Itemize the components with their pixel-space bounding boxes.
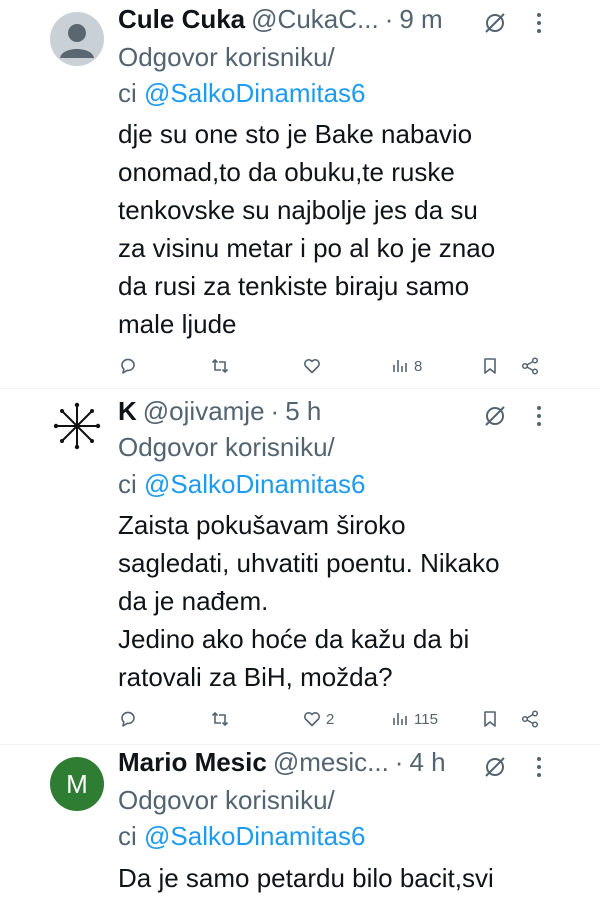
tweet-text: Zaista pokušavam široko sagledati, uhvat…	[118, 506, 558, 696]
tweet-3[interactable]: M Mario Mesic @mesic... · 4 h Odgovor ko…	[0, 745, 600, 900]
share-button[interactable]	[520, 353, 540, 379]
more-icon[interactable]	[530, 403, 548, 429]
views-icon	[393, 360, 407, 372]
reply-button[interactable]	[118, 353, 138, 379]
star-burst-avatar-icon	[53, 402, 101, 450]
reply-context-line2: ci @SalkoDinamitas6	[118, 819, 366, 853]
avatar-letter: M	[66, 768, 88, 799]
user-handle[interactable]: @CukaC...	[251, 4, 379, 35]
reply-prefix: Odgovor korisniku/	[118, 432, 335, 462]
like-count: 2	[326, 710, 335, 728]
timestamp[interactable]: 9 m	[399, 4, 442, 35]
text-line: Jedino ako hoće da kažu da bi	[118, 624, 470, 654]
text-line: dje su one sto je Bake nabavio	[118, 119, 473, 149]
bookmark-icon	[484, 358, 496, 374]
text-line: Da je samo petardu bilo bacit,svi	[118, 863, 494, 893]
views-icon	[393, 713, 407, 725]
action-bar: 2 115	[118, 706, 548, 732]
retweet-icon	[211, 711, 229, 727]
text-line: onomad,to da obuku,te ruske	[118, 157, 455, 187]
separator-dot: ·	[384, 4, 394, 34]
text-line: male ljude	[118, 309, 237, 339]
default-avatar-icon	[60, 24, 94, 58]
share-button[interactable]	[520, 706, 540, 732]
like-icon	[304, 359, 320, 374]
share-icon	[521, 710, 539, 728]
reply-mention-link[interactable]: @SalkoDinamitas6	[144, 78, 365, 108]
reply-context: Odgovor korisniku/	[118, 783, 335, 817]
view-count: 8	[414, 357, 423, 375]
grok-icon[interactable]	[482, 754, 508, 780]
reply-context-line2: ci @SalkoDinamitas6	[118, 467, 366, 501]
reply-prefix: Odgovor korisniku/	[118, 42, 335, 72]
text-line: ratovali za BiH, možda?	[118, 662, 393, 692]
display-name[interactable]: Cule Cuka	[118, 4, 245, 35]
text-line: Zaista pokušavam široko	[118, 510, 406, 540]
like-icon	[304, 712, 320, 727]
tweet-header: K @ojivamje · 5 h	[118, 396, 530, 430]
reply-context-line2: ci @SalkoDinamitas6	[118, 76, 366, 110]
more-icon[interactable]	[530, 10, 548, 36]
bookmark-button[interactable]	[480, 353, 500, 379]
action-bar: 8	[118, 353, 548, 379]
user-handle[interactable]: @mesic...	[273, 747, 389, 778]
avatar[interactable]: M	[50, 757, 104, 811]
text-line: tenkovske su najbolje jes da su	[118, 195, 478, 225]
separator-dot: ·	[394, 747, 404, 777]
tweet-text: dje su one sto je Bake nabavio onomad,to…	[118, 115, 558, 343]
timestamp[interactable]: 5 h	[285, 396, 321, 427]
text-line: sagledati, uhvatiti poentu. Nikako	[118, 548, 500, 578]
retweet-button[interactable]	[210, 353, 230, 379]
separator-dot: ·	[270, 396, 280, 426]
timestamp[interactable]: 4 h	[409, 747, 445, 778]
tweet-header: Cule Cuka @CukaC... · 9 m	[118, 4, 530, 38]
grok-icon[interactable]	[482, 403, 508, 429]
display-name[interactable]: Mario Mesic	[118, 747, 267, 778]
views-button[interactable]: 8	[390, 353, 422, 379]
reply-prefix-2: ci	[118, 469, 137, 499]
retweet-button[interactable]	[210, 706, 230, 732]
text-line: da rusi za tenkiste biraju samo	[118, 271, 470, 301]
reply-icon	[121, 711, 135, 727]
reply-context: Odgovor korisniku/	[118, 430, 335, 464]
text-line: da je nađem.	[118, 586, 269, 616]
reply-prefix-2: ci	[118, 821, 137, 851]
view-count: 115	[414, 710, 438, 728]
avatar[interactable]	[50, 12, 104, 66]
tweet-text: Da je samo petardu bilo bacit,svi	[118, 859, 558, 897]
more-icon[interactable]	[530, 754, 548, 780]
reply-mention-link[interactable]: @SalkoDinamitas6	[144, 469, 365, 499]
text-line: za visinu metar i po al ko je znao	[118, 233, 496, 263]
avatar[interactable]	[50, 399, 104, 453]
bookmark-icon	[484, 711, 496, 727]
reply-context: Odgovor korisniku/	[118, 40, 335, 74]
share-icon	[521, 357, 539, 375]
like-button[interactable]	[302, 353, 326, 379]
grok-icon[interactable]	[482, 10, 508, 36]
reply-prefix-2: ci	[118, 78, 137, 108]
tweet-header: Mario Mesic @mesic... · 4 h	[118, 747, 530, 781]
reply-prefix: Odgovor korisniku/	[118, 785, 335, 815]
user-handle[interactable]: @ojivamje	[143, 396, 265, 427]
reply-mention-link[interactable]: @SalkoDinamitas6	[144, 821, 365, 851]
like-button[interactable]: 2	[302, 706, 334, 732]
display-name[interactable]: K	[118, 396, 137, 427]
tweet-1[interactable]: Cule Cuka @CukaC... · 9 m Odgovor korisn…	[0, 0, 600, 388]
reply-icon	[121, 358, 135, 374]
reply-button[interactable]	[118, 706, 138, 732]
bookmark-button[interactable]	[480, 706, 500, 732]
tweet-2[interactable]: K @ojivamje · 5 h Odgovor korisniku/ ci …	[0, 389, 600, 744]
views-button[interactable]: 115	[390, 706, 438, 732]
retweet-icon	[211, 358, 229, 374]
